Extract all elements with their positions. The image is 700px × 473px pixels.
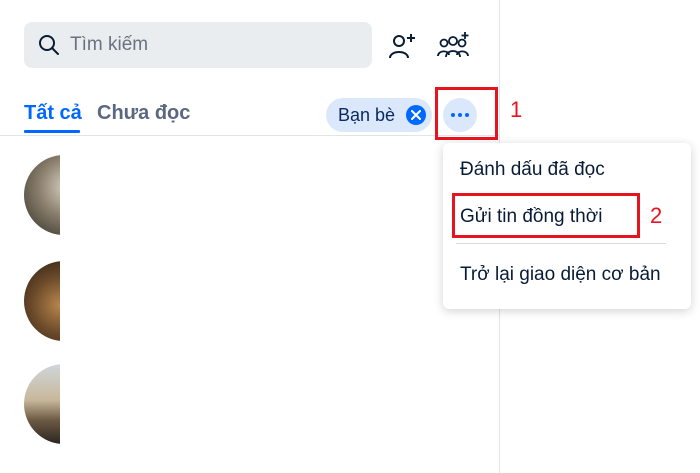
close-icon [411, 110, 421, 120]
add-group-icon [437, 32, 469, 58]
search-box[interactable] [24, 22, 372, 68]
active-tab-indicator [24, 130, 80, 133]
annotation-label-1: 1 [510, 97, 523, 122]
filter-chip-label: Bạn bè [338, 104, 396, 125]
tabs-divider [0, 135, 499, 136]
conversation-avatar[interactable] [0, 364, 60, 444]
menu-item-mark-read[interactable]: Đánh dấu đã đọc [460, 159, 605, 181]
menu-divider [456, 243, 666, 244]
conversation-avatar[interactable] [0, 261, 60, 341]
conversation-avatar[interactable] [0, 155, 60, 235]
filter-chip-friends[interactable]: Bạn bè [326, 98, 432, 132]
search-icon [39, 35, 59, 55]
add-friend-icon [389, 34, 415, 59]
conversation-list-pane: Tất cả Chưa đọc Bạn bè [0, 0, 499, 473]
tab-unread[interactable]: Chưa đọc [97, 102, 190, 125]
create-group-button[interactable] [435, 28, 471, 64]
annotation-box-1 [435, 87, 498, 140]
search-input[interactable] [68, 33, 352, 57]
add-friend-button[interactable] [384, 28, 420, 64]
menu-item-basic-interface[interactable]: Trở lại giao diện cơ bản [460, 264, 661, 286]
chip-close-button[interactable] [406, 105, 426, 125]
tab-all[interactable]: Tất cả [24, 102, 82, 125]
annotation-label-2: 2 [650, 203, 663, 228]
annotation-box-2 [452, 193, 640, 238]
